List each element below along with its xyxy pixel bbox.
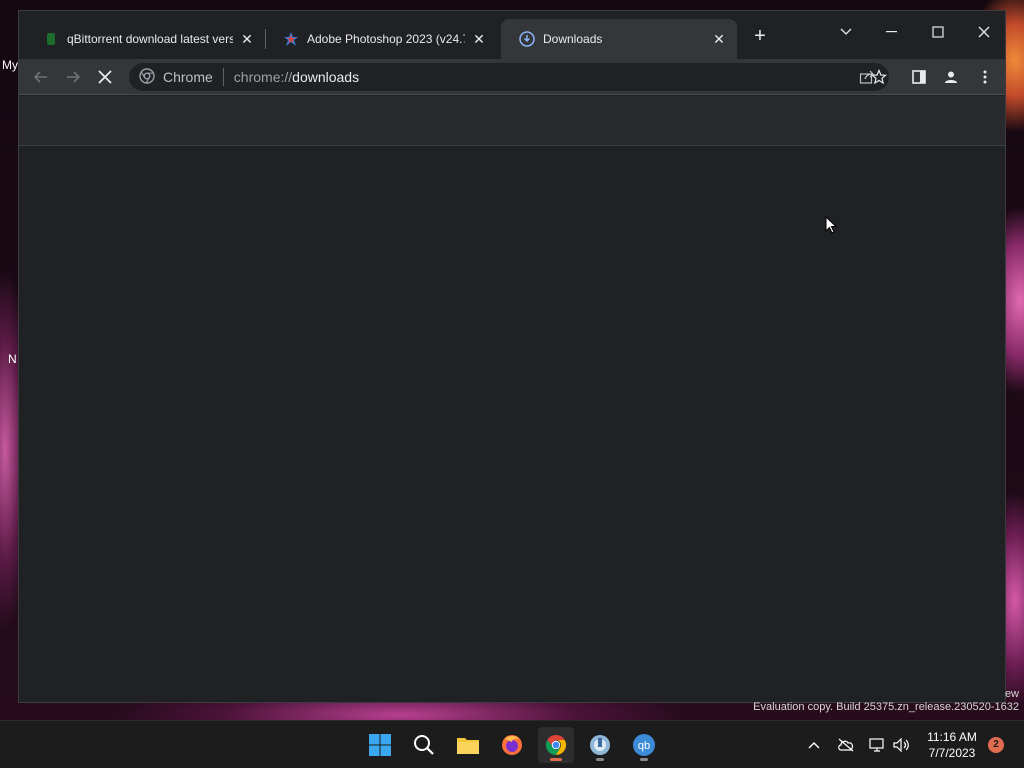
firefox-icon[interactable]	[494, 727, 530, 763]
url-host: downloads	[292, 69, 360, 85]
forward-button[interactable]	[59, 63, 87, 91]
search-icon[interactable]	[406, 727, 442, 763]
chrome-icon	[139, 67, 155, 87]
close-icon[interactable]: ✕	[471, 31, 487, 47]
photoshop-site-icon	[283, 31, 299, 47]
tab-title: Adobe Photoshop 2023 (v24.7 B	[307, 32, 465, 46]
clock-date: 7/7/2023	[928, 746, 976, 760]
start-button[interactable]	[362, 727, 398, 763]
chrome-taskbar-icon[interactable]	[538, 727, 574, 763]
setup-app-icon[interactable]	[582, 727, 618, 763]
chrome-window: qBittorrent download latest versi ✕ Adob…	[18, 10, 1006, 703]
desktop-icon-label[interactable]: N	[8, 352, 17, 366]
address-bar[interactable]: Chrome chrome://downloads	[129, 63, 889, 91]
minimize-button[interactable]	[869, 17, 915, 47]
omnibox-divider	[222, 68, 224, 86]
watermark-fragment: ew	[1004, 688, 1019, 700]
tab-qbittorrent[interactable]: qBittorrent download latest versi ✕	[25, 19, 265, 59]
more-menu-icon[interactable]	[971, 63, 999, 91]
close-icon[interactable]: ✕	[239, 31, 255, 47]
downloads-content	[19, 147, 1005, 702]
mouse-cursor-icon	[825, 215, 838, 239]
close-icon[interactable]: ✕	[711, 31, 727, 47]
downloads-header	[19, 96, 1005, 146]
cloud-offline-icon[interactable]	[834, 733, 858, 757]
network-icon[interactable]	[866, 733, 890, 757]
back-button[interactable]	[27, 63, 55, 91]
qbittorrent-site-icon	[43, 31, 59, 47]
new-tab-button[interactable]: +	[749, 25, 771, 47]
clock-time: 11:16 AM	[927, 730, 977, 744]
svg-text:qb: qb	[638, 740, 650, 752]
tab-photoshop[interactable]: Adobe Photoshop 2023 (v24.7 B ✕	[265, 19, 497, 59]
running-indicator	[640, 758, 648, 761]
taskbar: qb 11:16 AM 7/7/2023 2	[0, 720, 1024, 768]
side-panel-icon[interactable]	[905, 63, 933, 91]
system-clock[interactable]: 11:16 AM 7/7/2023	[920, 729, 984, 761]
volume-icon[interactable]	[890, 733, 914, 757]
tab-title: Downloads	[543, 32, 603, 46]
tab-title: qBittorrent download latest versi	[67, 32, 233, 46]
maximize-button[interactable]	[915, 17, 961, 47]
running-indicator	[596, 758, 604, 761]
qbittorrent-icon[interactable]: qb	[626, 727, 662, 763]
file-explorer-icon[interactable]	[450, 727, 486, 763]
tab-strip: qBittorrent download latest versi ✕ Adob…	[19, 11, 1005, 59]
running-indicator	[550, 758, 562, 761]
bookmark-star-icon[interactable]	[865, 63, 893, 91]
browser-toolbar: Chrome chrome://downloads	[19, 59, 1005, 95]
stop-loading-button[interactable]	[91, 63, 119, 91]
tab-search-button[interactable]	[823, 17, 869, 47]
url-scheme: chrome://	[233, 69, 293, 85]
close-window-button[interactable]	[961, 17, 1007, 47]
site-chip: Chrome	[163, 69, 213, 85]
profile-icon[interactable]	[937, 63, 965, 91]
downloads-icon	[519, 31, 535, 47]
evaluation-watermark: Evaluation copy. Build 25375.zn_release.…	[753, 701, 1019, 713]
tab-downloads[interactable]: Downloads ✕	[501, 19, 737, 59]
desktop-icon-label[interactable]: My	[2, 58, 18, 72]
chevron-up-icon[interactable]	[802, 733, 826, 757]
notification-badge[interactable]: 2	[988, 737, 1004, 753]
